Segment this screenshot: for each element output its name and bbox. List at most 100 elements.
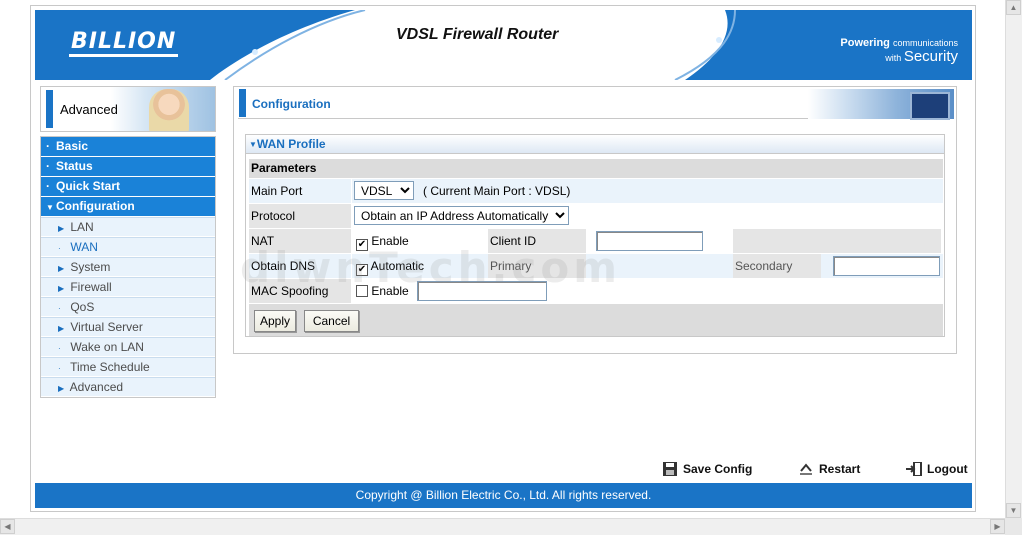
client-id-input[interactable] [596,231,703,251]
sidebar-item-wan[interactable]: · WAN [41,237,215,256]
vertical-scrollbar[interactable]: ▲ ▼ [1005,0,1022,518]
client-id-label: Client ID [490,234,537,248]
scroll-up-arrow-icon[interactable]: ▲ [1006,0,1021,15]
triangle-right-icon: ▶ [58,324,65,333]
section-title: WAN Profile [256,137,326,151]
nat-label: NAT [249,229,351,253]
mac-address-input[interactable] [417,281,547,301]
sidebar-item-label: Time Schedule [70,360,150,374]
sidebar-item-label: Advanced [69,380,124,394]
page-header: Configuration [238,89,954,120]
product-title: VDSL Firewall Router [396,26,559,43]
restart-arrows-icon [800,463,812,475]
protocol-field: Obtain an IP Address Automatically [352,204,943,228]
sidebar-item-qos[interactable]: · QoS [41,297,215,316]
tagline-security: Security [903,48,958,65]
secondary-cell: Secondary [733,254,821,278]
save-config-link[interactable]: Save Config [662,462,752,476]
sidebar-item-label: Firewall [70,280,112,294]
mac-enable-label: Enable [371,284,409,298]
dns-automatic-label: Automatic [370,259,425,273]
sidebar-item-label: Wake on LAN [70,340,144,354]
main-port-select[interactable]: VDSL [354,181,414,200]
triangle-right-icon: ▶ [58,284,65,293]
sidebar-item-label: System [70,260,111,274]
nat-enable-checkbox[interactable]: ✔ [356,239,368,251]
primary-cell: Primary [488,254,586,278]
bullet-icon: · [46,139,50,153]
scrollbar-corner [1005,518,1022,535]
sidebar-item-advanced[interactable]: ▶ Advanced [41,377,215,396]
primary-label: Primary [490,259,532,273]
wan-profile-panel: ▼WAN Profile Parameters Main Port VDSL (… [245,134,945,337]
protocol-select[interactable]: Obtain an IP Address Automatically [354,206,569,225]
mac-spoofing-field: Enable [352,279,943,303]
triangle-right-icon: ▶ [58,264,65,273]
sidebar-item-label: Status [56,159,93,173]
apply-button[interactable]: Apply [254,310,296,332]
mac-spoofing-row: MAC Spoofing Enable [249,279,943,304]
sidebar-item-firewall[interactable]: ▶ Firewall [41,277,215,296]
empty-cell [733,229,941,253]
restart-link[interactable]: Restart [798,462,860,476]
obtain-dns-field: ✔ Automatic Primary Secondary [352,254,943,278]
tagline-with: with [885,53,902,63]
accent-bar [46,90,53,128]
content-panel: Configuration ▼WAN Profile Parameters Ma… [233,86,957,354]
scroll-left-arrow-icon[interactable]: ◀ [0,519,15,534]
sidebar-item-basic[interactable]: · Basic [41,137,215,156]
sidebar-item-lan[interactable]: ▶ LAN [41,217,215,236]
client-id-cell: Client ID [488,229,586,253]
secondary-dns-input[interactable] [833,256,940,276]
dns-automatic-group: ✔ Automatic [356,259,424,276]
sidebar-item-wake-on-lan[interactable]: · Wake on LAN [41,337,215,356]
cancel-button[interactable]: Cancel [304,310,359,332]
sidebar-item-label: WAN [70,240,98,254]
dns-automatic-checkbox[interactable]: ✔ [356,264,368,276]
nat-enable-group: ✔ Enable [356,234,409,251]
tagline-communications: communications [892,38,958,48]
logout-label: Logout [927,462,968,476]
sidebar-item-system[interactable]: ▶ System [41,257,215,276]
bullet-icon: · [58,344,61,353]
mac-spoofing-label: MAC Spoofing [249,279,351,303]
nat-field: ✔ Enable Client ID [352,229,943,253]
bullet-icon: · [46,159,50,173]
logout-link[interactable]: Logout [906,462,968,476]
bullet-icon: · [58,364,61,373]
protocol-row: Protocol Obtain an IP Address Automatica… [249,204,943,229]
bullet-icon: · [58,244,61,253]
tagline: Powering communications with Security [840,36,958,65]
wan-profile-header[interactable]: ▼WAN Profile [246,135,944,154]
scroll-down-arrow-icon[interactable]: ▼ [1006,503,1021,518]
nat-row: NAT ✔ Enable Client ID [249,229,943,254]
sidebar-item-label: Quick Start [56,179,121,193]
sidebar-item-virtual-server[interactable]: ▶ Virtual Server [41,317,215,336]
sidebar-item-configuration[interactable]: ▼ Configuration [41,197,215,216]
support-person-image [149,89,189,131]
mac-enable-group: Enable [356,284,409,298]
horizontal-scrollbar[interactable]: ◀ ▶ [0,518,1005,535]
copyright-bar: Copyright @ Billion Electric Co., Ltd. A… [35,483,972,508]
accent-bar [239,89,246,117]
scroll-right-arrow-icon[interactable]: ▶ [990,519,1005,534]
office-desk-image [808,89,954,120]
sidebar-item-time-schedule[interactable]: · Time Schedule [41,357,215,376]
header-banner: BILLION Powering communications with Sec… [35,10,972,80]
sidebar-item-quick-start[interactable]: · Quick Start [41,177,215,196]
bullet-icon: · [58,304,61,313]
main-port-field: VDSL ( Current Main Port : VDSL) [352,179,943,203]
triangle-down-icon: ▼ [249,140,257,149]
button-row: Apply Cancel [249,304,943,336]
advanced-mode-banner: Advanced [40,86,216,132]
secondary-label: Secondary [735,259,793,273]
sidebar-item-status[interactable]: · Status [41,157,215,176]
sidebar-item-label: Configuration [56,199,135,213]
sidebar-item-label: QoS [70,300,95,314]
mac-enable-checkbox[interactable] [356,285,368,297]
sidebar-item-label: LAN [70,220,94,234]
sidebar-nav: · Basic · Status · Quick Start ▼ Configurati… [40,136,216,398]
save-config-label: Save Config [683,462,753,476]
floppy-disk-icon [663,462,677,476]
billion-logo: BILLION [69,30,179,57]
